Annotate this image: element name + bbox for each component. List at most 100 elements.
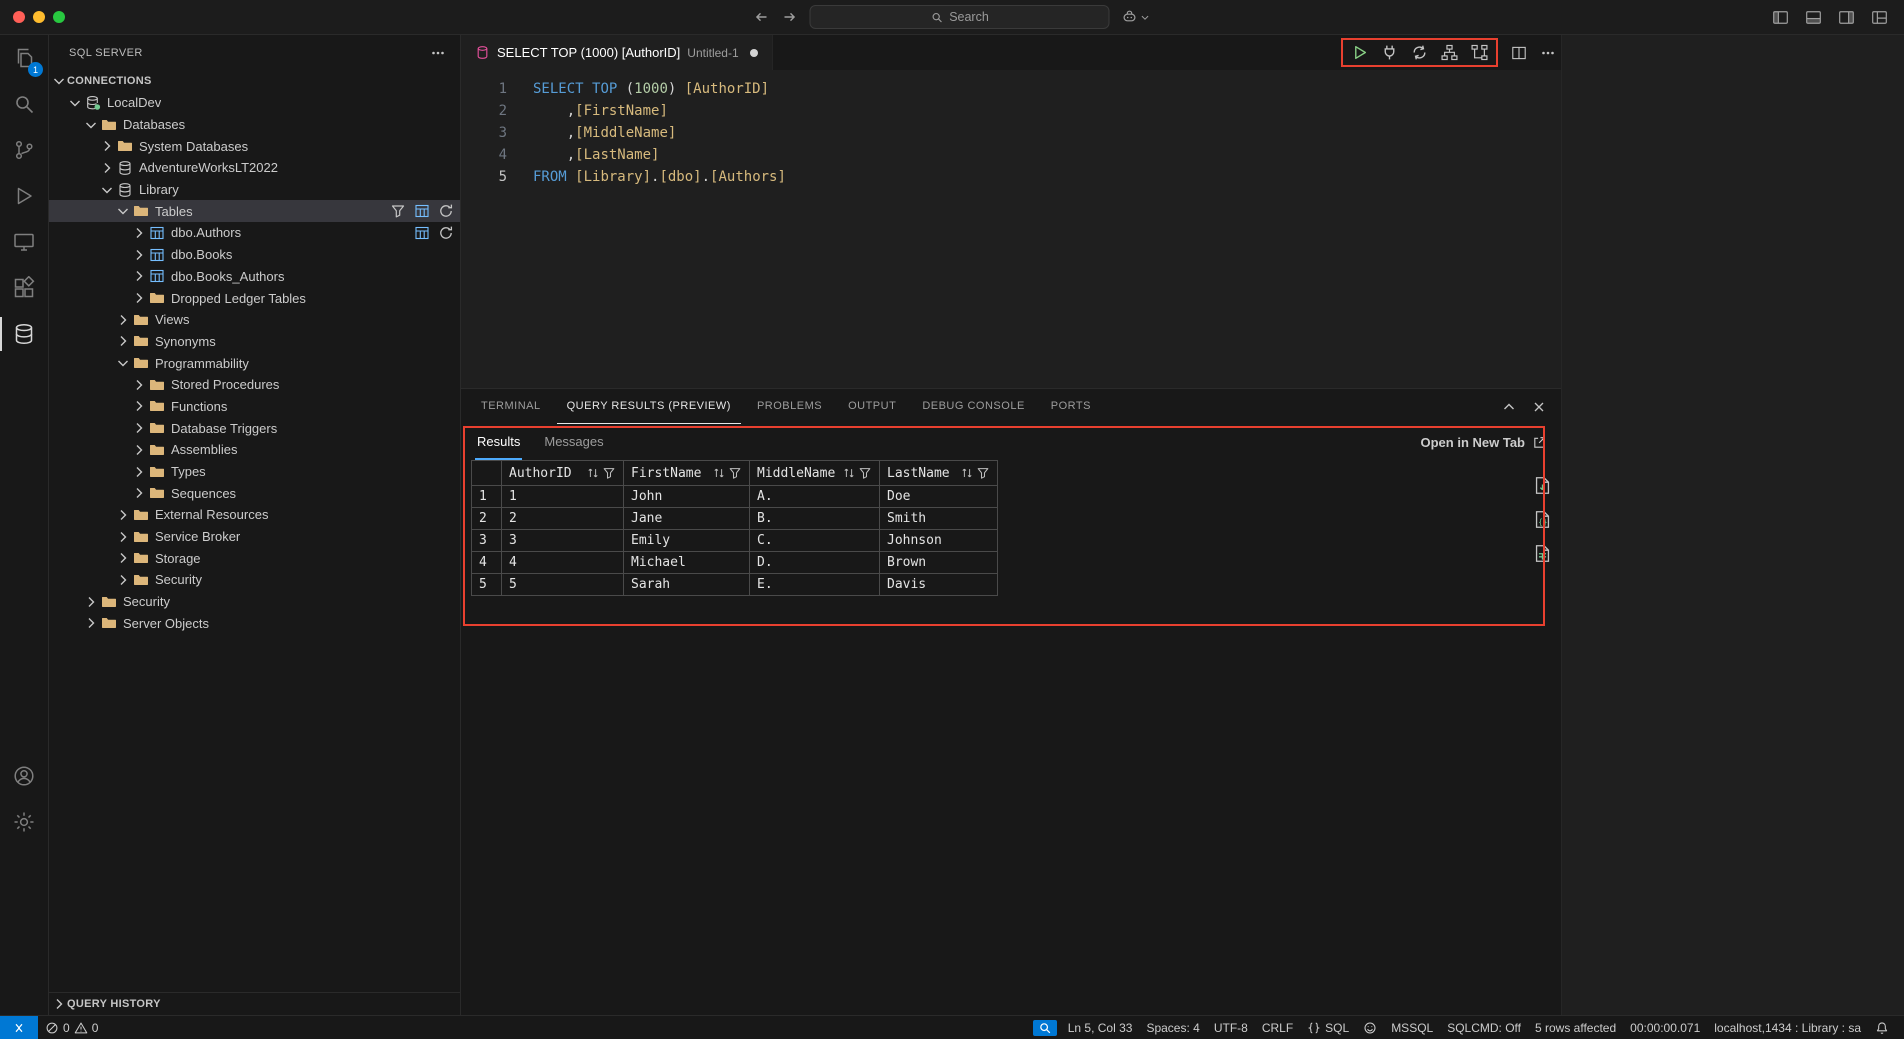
grid-cell[interactable]: 3	[502, 530, 624, 552]
panel-tab-ports[interactable]: PORTS	[1041, 389, 1101, 424]
activity-item-search[interactable]	[0, 81, 48, 127]
grid-cell[interactable]: A.	[750, 486, 880, 508]
encoding[interactable]: UTF-8	[1207, 1021, 1255, 1035]
activity-item-extensions[interactable]	[0, 265, 48, 311]
sidebar-more-actions-icon[interactable]	[430, 45, 446, 61]
mssql-provider[interactable]: MSSQL	[1384, 1021, 1440, 1035]
maximize-panel-icon[interactable]	[1501, 399, 1517, 415]
grid-cell[interactable]: 2	[502, 508, 624, 530]
tree-item-views[interactable]: Views	[49, 309, 460, 331]
tree-item-programmability[interactable]: Programmability	[49, 352, 460, 374]
activity-item-settings[interactable]	[0, 799, 48, 845]
tree-item-security[interactable]: Security	[49, 569, 460, 591]
connections-section-header[interactable]: CONNECTIONS	[49, 70, 460, 92]
language-mode[interactable]: SQL	[1300, 1021, 1356, 1035]
panel-tab-debug-console[interactable]: DEBUG CONSOLE	[912, 389, 1034, 424]
row-number[interactable]: 3	[472, 530, 502, 552]
problems-indicator[interactable]: 0 0	[38, 1016, 105, 1039]
tree-item-stored-procedures[interactable]: Stored Procedures	[49, 374, 460, 396]
grid-cell[interactable]: Michael	[624, 552, 750, 574]
refresh-action-icon[interactable]	[438, 225, 454, 241]
close-panel-icon[interactable]	[1531, 399, 1547, 415]
grid-cell[interactable]: 5	[502, 574, 624, 596]
save-as-excel-button[interactable]	[1533, 544, 1552, 563]
activity-item-source-control[interactable]	[0, 127, 48, 173]
tree-item-security[interactable]: Security	[49, 591, 460, 613]
grid-cell[interactable]: D.	[750, 552, 880, 574]
activity-item-accounts[interactable]	[0, 753, 48, 799]
grid-cell[interactable]: E.	[750, 574, 880, 596]
connect-button[interactable]	[1381, 44, 1398, 61]
cursor-position[interactable]: Ln 5, Col 33	[1061, 1021, 1140, 1035]
code-editor[interactable]: 1SELECT TOP (1000) [AuthorID]2 ,[FirstNa…	[461, 70, 1561, 388]
toggle-panel-icon[interactable]	[1805, 9, 1822, 26]
results-tab-results[interactable]: Results	[475, 424, 522, 460]
sqlcmd-mode[interactable]: SQLCMD: Off	[1440, 1021, 1528, 1035]
save-as-csv-button[interactable]	[1533, 476, 1552, 495]
split-editor-icon[interactable]	[1511, 45, 1527, 61]
tree-item-dbo-books[interactable]: dbo.Books	[49, 244, 460, 266]
activity-item-sql-server[interactable]	[0, 311, 48, 357]
editor-tab[interactable]: SELECT TOP (1000) [AuthorID] Untitled-1	[461, 35, 773, 70]
activity-item-explorer[interactable]: 1	[0, 35, 48, 81]
grid-cell[interactable]: Johnson	[880, 530, 998, 552]
query-history-section-header[interactable]: QUERY HISTORY	[49, 992, 460, 1015]
modified-indicator[interactable]	[750, 49, 758, 57]
grid-cell[interactable]: Brown	[880, 552, 998, 574]
search-input[interactable]: Search	[810, 5, 1110, 29]
estimated-plan-button[interactable]	[1441, 44, 1458, 61]
tree-item-adventureworkslt2022[interactable]: AdventureWorksLT2022	[49, 157, 460, 179]
rows-affected[interactable]: 5 rows affected	[1528, 1021, 1623, 1035]
change-connection-button[interactable]	[1411, 44, 1428, 61]
editor-more-actions-icon[interactable]	[1540, 45, 1556, 61]
maximize-window-button[interactable]	[53, 11, 65, 23]
row-number[interactable]: 4	[472, 552, 502, 574]
tree-item-external-resources[interactable]: External Resources	[49, 504, 460, 526]
toggle-primary-sidebar-icon[interactable]	[1772, 9, 1789, 26]
query-time[interactable]: 00:00:00.071	[1623, 1021, 1707, 1035]
tree-item-dropped-ledger-tables[interactable]: Dropped Ledger Tables	[49, 287, 460, 309]
indentation[interactable]: Spaces: 4	[1139, 1021, 1206, 1035]
tree-item-localdev[interactable]: LocalDev	[49, 92, 460, 114]
run-query-button[interactable]	[1351, 44, 1368, 61]
table-action-icon[interactable]	[414, 225, 430, 241]
tree-item-storage[interactable]: Storage	[49, 547, 460, 569]
grid-cell[interactable]: Emily	[624, 530, 750, 552]
tree-item-dbo-books-authors[interactable]: dbo.Books_Authors	[49, 266, 460, 288]
open-in-new-tab-button[interactable]: Open in New Tab	[1421, 435, 1548, 450]
tree-item-sequences[interactable]: Sequences	[49, 482, 460, 504]
panel-tab-output[interactable]: OUTPUT	[838, 389, 906, 424]
grid-cell[interactable]: C.	[750, 530, 880, 552]
tree-item-types[interactable]: Types	[49, 461, 460, 483]
tree-item-assemblies[interactable]: Assemblies	[49, 439, 460, 461]
copilot-menu[interactable]	[1122, 9, 1151, 25]
tree-item-tables[interactable]: Tables	[49, 200, 460, 222]
column-header-lastname[interactable]: LastName	[880, 461, 998, 486]
toggle-secondary-sidebar-icon[interactable]	[1838, 9, 1855, 26]
tree-item-functions[interactable]: Functions	[49, 396, 460, 418]
customize-layout-icon[interactable]	[1871, 9, 1888, 26]
minimize-window-button[interactable]	[33, 11, 45, 23]
notifications[interactable]	[1868, 1021, 1896, 1035]
row-number[interactable]: 5	[472, 574, 502, 596]
grid-cell[interactable]: Jane	[624, 508, 750, 530]
grid-cell[interactable]: Smith	[880, 508, 998, 530]
column-header-firstname[interactable]: FirstName	[624, 461, 750, 486]
column-header-authorid[interactable]: AuthorID	[502, 461, 624, 486]
results-tab-messages[interactable]: Messages	[542, 424, 605, 460]
tree-item-system-databases[interactable]: System Databases	[49, 135, 460, 157]
row-number[interactable]: 2	[472, 508, 502, 530]
eol[interactable]: CRLF	[1255, 1021, 1300, 1035]
grid-cell[interactable]: B.	[750, 508, 880, 530]
forward-icon[interactable]	[782, 9, 798, 25]
tree-item-server-objects[interactable]: Server Objects	[49, 613, 460, 635]
remote-indicator[interactable]	[0, 1016, 38, 1039]
grid-cell[interactable]: Sarah	[624, 574, 750, 596]
grid-cell[interactable]: Doe	[880, 486, 998, 508]
tree-item-dbo-authors[interactable]: dbo.Authors	[49, 222, 460, 244]
back-icon[interactable]	[754, 9, 770, 25]
table-action-icon[interactable]	[414, 203, 430, 219]
column-header-middlename[interactable]: MiddleName	[750, 461, 880, 486]
grid-cell[interactable]: John	[624, 486, 750, 508]
grid-cell[interactable]: Davis	[880, 574, 998, 596]
